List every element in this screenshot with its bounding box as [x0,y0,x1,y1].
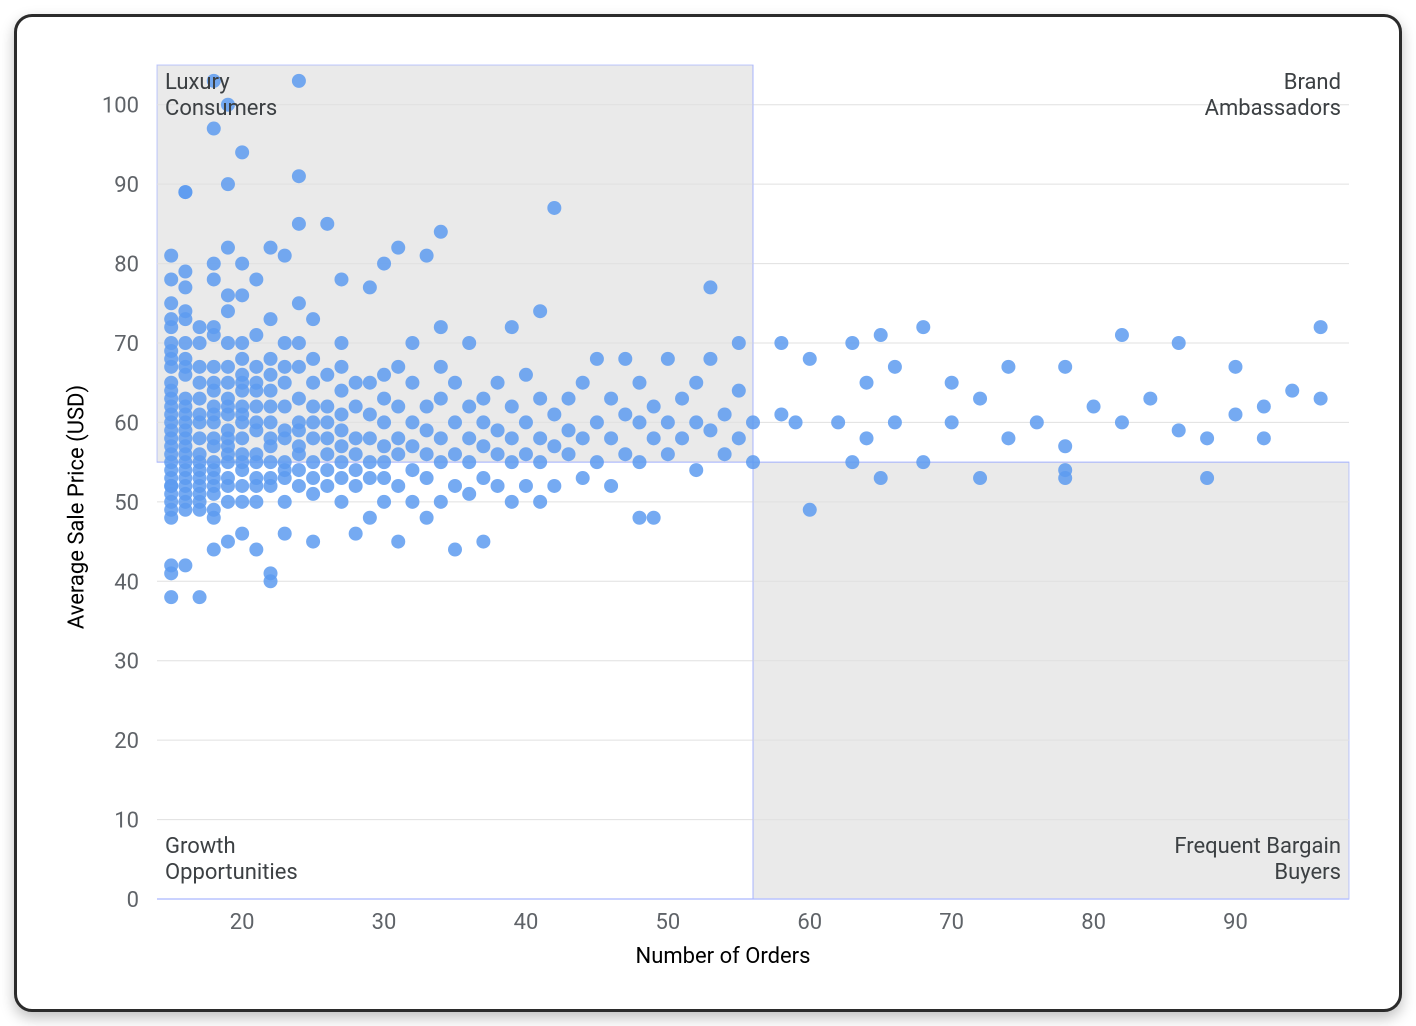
y-tick-label: 70 [114,332,139,357]
y-axis-label: Average Sale Price (USD) [65,385,90,629]
plot-area: 20304050607080900102030405060708090100Lu… [157,65,1349,899]
quadrant-label-top-right: BrandAmbassadors [1205,70,1341,121]
scatter-plot: 20304050607080900102030405060708090100Lu… [157,65,1349,899]
x-tick-label: 90 [1223,910,1248,935]
y-tick-label: 50 [114,491,139,516]
y-tick-label: 20 [114,729,139,754]
y-tick-label: 100 [102,94,139,119]
y-tick-label: 0 [127,888,139,913]
x-tick-label: 70 [939,910,964,935]
x-axis-label: Number of Orders [87,944,1359,969]
x-tick-label: 60 [797,910,822,935]
x-tick-label: 50 [655,910,680,935]
y-tick-label: 60 [114,411,139,436]
x-tick-label: 80 [1081,910,1106,935]
y-tick-label: 30 [114,650,139,675]
y-tick-label: 10 [114,809,139,834]
quadrant-label-bottom-left: GrowthOpportunities [165,834,298,885]
y-tick-label: 90 [114,173,139,198]
chart-card: Average Sale Price (USD) 203040506070809… [14,14,1402,1012]
chart-area: Average Sale Price (USD) 203040506070809… [87,45,1359,969]
y-tick-label: 40 [114,570,139,595]
x-tick-label: 20 [230,910,255,935]
x-tick-label: 40 [514,910,539,935]
y-tick-label: 80 [114,253,139,278]
x-tick-label: 30 [372,910,397,935]
